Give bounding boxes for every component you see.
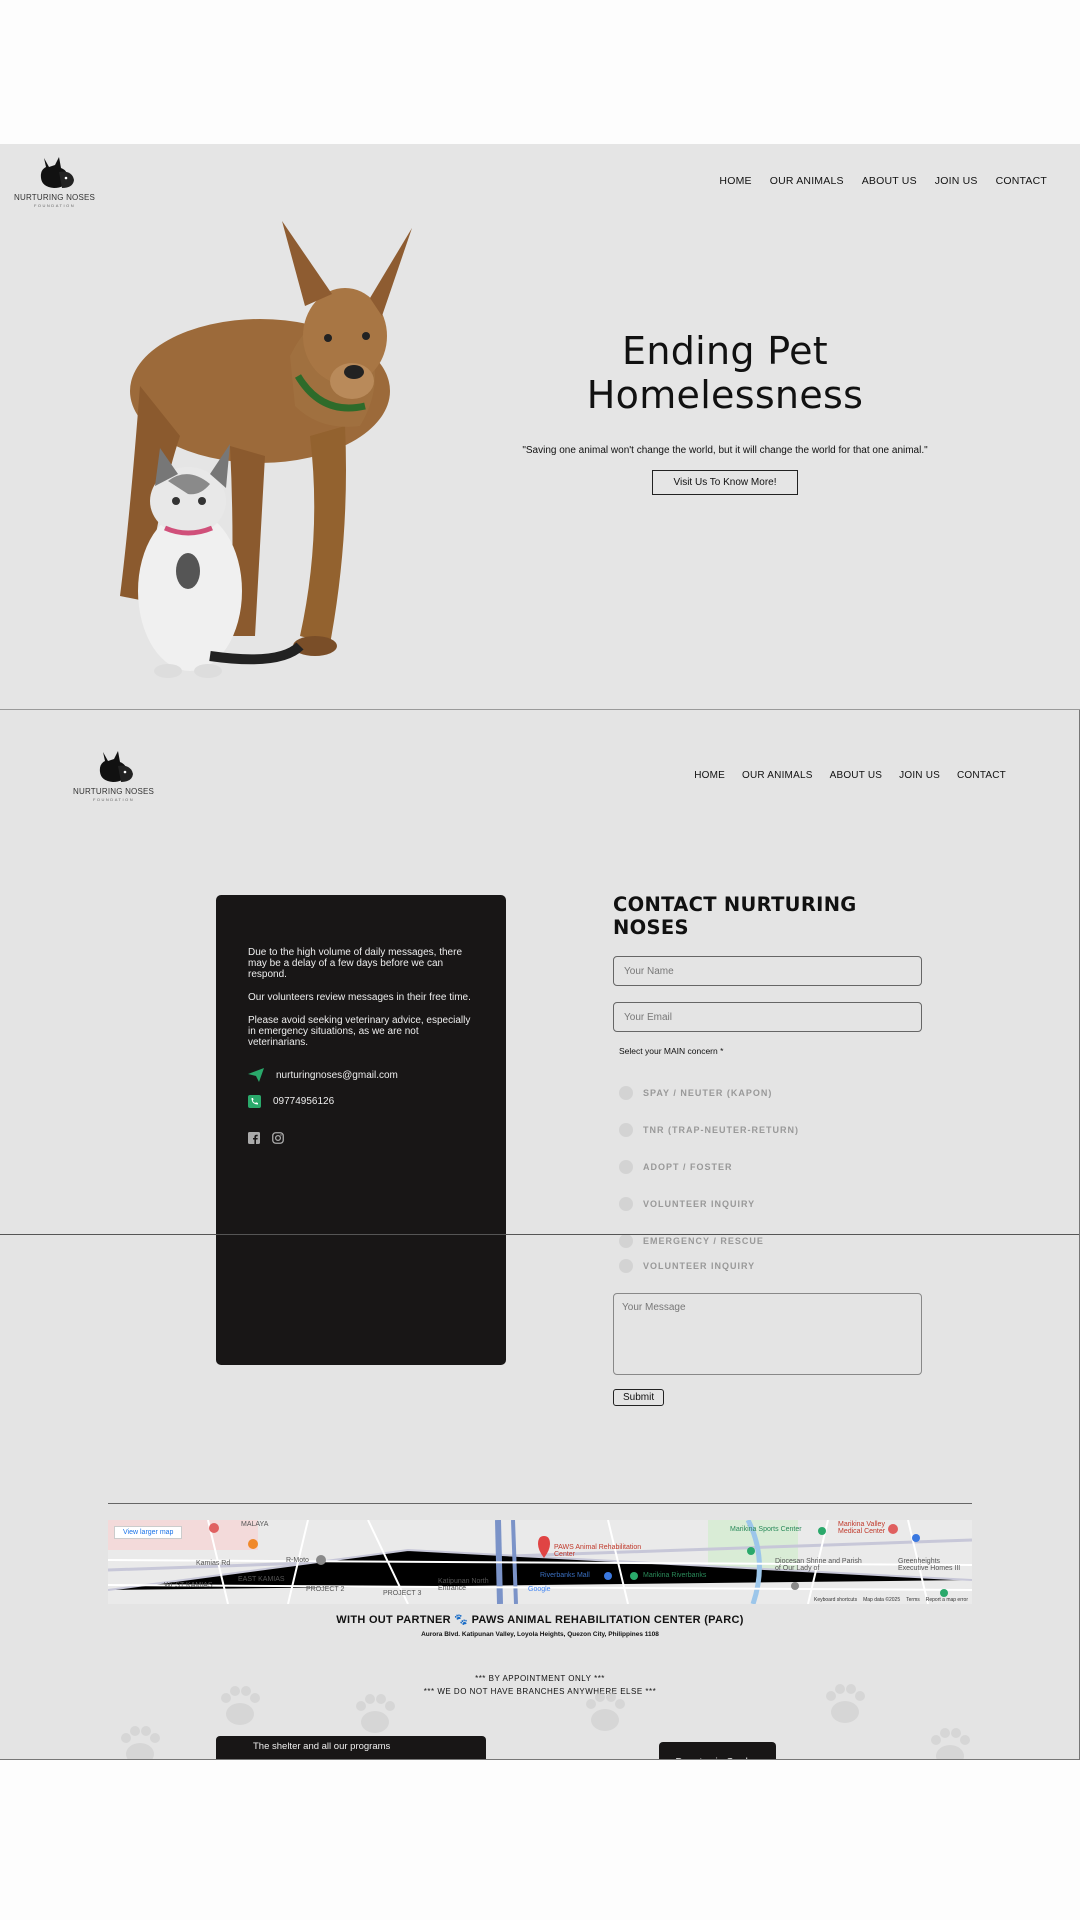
facebook-icon[interactable] (248, 1132, 260, 1144)
google-logo: Google (528, 1586, 551, 1593)
map-label: MALAYA (241, 1521, 269, 1528)
radio-tnr[interactable]: TNR (TRAP-NEUTER-RETURN) (619, 1123, 923, 1137)
brand-logo[interactable]: NURTURING NOSES FOUNDATION (73, 748, 154, 802)
map-footer: Keyboard shortcuts Map data ©2025 Terms … (814, 1597, 968, 1603)
email-row[interactable]: nurturingnoses@gmail.com (248, 1068, 474, 1082)
map-label: Marikina Valley Medical Center (838, 1521, 886, 1535)
form-title: CONTACT NURTURING NOSES (613, 893, 857, 939)
radio-volunteer-inquiry[interactable]: VOLUNTEER INQUIRY (619, 1197, 923, 1211)
radio-label: VOLUNTEER INQUIRY (643, 1199, 756, 1209)
map-label: PROJECT 2 (306, 1586, 345, 1593)
radio-label: TNR (TRAP-NEUTER-RETURN) (643, 1125, 799, 1135)
location-map[interactable]: MALAYA Kamias Rd R-Moto WEST KAMIAS EAST… (108, 1520, 972, 1604)
nav-our-animals[interactable]: OUR ANIMALS (742, 770, 813, 781)
nav-our-animals[interactable]: OUR ANIMALS (770, 175, 844, 187)
nav-contact[interactable]: CONTACT (996, 175, 1047, 187)
partner-title: WITH OUT PARTNER 🐾 PAWS ANIMAL REHABILIT… (336, 1614, 744, 1626)
programs-card: The shelter and all our programs (216, 1736, 486, 1759)
radio-spay-neuter[interactable]: SPAY / NEUTER (KAPON) (619, 1086, 923, 1100)
radio-dot[interactable] (619, 1123, 633, 1137)
nav-home[interactable]: HOME (694, 770, 725, 781)
social-links (248, 1132, 474, 1144)
nav-about-us[interactable]: ABOUT US (830, 770, 883, 781)
paw-print-pattern (121, 1684, 970, 1759)
map-label: Riverbanks Mall (540, 1572, 590, 1579)
radio-label: SPAY / NEUTER (KAPON) (643, 1088, 773, 1098)
nav-contact[interactable]: CONTACT (957, 770, 1006, 781)
radio-dot[interactable] (619, 1259, 633, 1273)
dog-cat-logo-icon (99, 751, 133, 782)
brand-name: NURTURING NOSES (14, 193, 96, 202)
instagram-icon[interactable] (272, 1132, 284, 1144)
map-label-paws: PAWS Animal Rehabilitation Center (554, 1544, 642, 1558)
radio-volunteer-inquiry-2[interactable]: VOLUNTEER INQUIRY (619, 1259, 923, 1273)
send-icon (248, 1068, 264, 1082)
nav-home[interactable]: HOME (719, 175, 751, 187)
map-label: Greenheights Executive Homes III (898, 1558, 961, 1572)
phone-row[interactable]: 09774956126 (248, 1095, 474, 1108)
hero-text: Ending Pet Homelessness "Saving one anim… (500, 329, 950, 495)
map-data-credit: Map data ©2025 (863, 1597, 901, 1603)
map-label: Diocesan Shrine and Parish of Our Lady o… (775, 1558, 862, 1572)
hero-title: Ending Pet Homelessness (586, 329, 864, 417)
hero-quote: "Saving one animal won't change the worl… (522, 445, 928, 456)
phone-icon (248, 1095, 261, 1108)
radio-emergency-rescue[interactable]: EMERGENCY / RESCUE (619, 1234, 923, 1248)
partner-address: Aurora Blvd. Katipunan Valley, Loyola He… (421, 1631, 659, 1638)
message-field[interactable] (613, 1293, 922, 1375)
terms-link[interactable]: Terms (906, 1597, 920, 1603)
map-label: PROJECT 3 (383, 1590, 422, 1597)
contact-phone[interactable]: 09774956126 (273, 1096, 334, 1107)
submit-button[interactable]: Submit (613, 1389, 665, 1406)
info-notice-volunteers: Our volunteers review messages in their … (248, 992, 471, 1003)
nav-about-us[interactable]: ABOUT US (862, 175, 917, 187)
map-label: WEST KAMIAS (164, 1582, 213, 1589)
map-label: Marikina Sports Center (730, 1526, 802, 1533)
name-field[interactable] (613, 956, 922, 986)
radio-label: EMERGENCY / RESCUE (643, 1236, 764, 1246)
dog-cat-logo-icon (40, 157, 74, 188)
hero-section: NURTURING NOSES FOUNDATION HOME OUR ANIM… (0, 144, 1080, 710)
view-larger-map-button[interactable]: View larger map (114, 1526, 183, 1539)
radio-dot[interactable] (619, 1086, 633, 1100)
keyboard-shortcuts-link[interactable]: Keyboard shortcuts (814, 1597, 857, 1603)
map-label: Kamias Rd (196, 1560, 231, 1567)
map-label: EAST KAMIAS (238, 1576, 285, 1583)
contact-form: CONTACT NURTURING NOSES Select your MAIN… (613, 893, 923, 1406)
radio-label: ADOPT / FOSTER (643, 1162, 733, 1172)
brand-logo[interactable]: NURTURING NOSES FOUNDATION (14, 154, 95, 208)
nav-join-us[interactable]: JOIN US (935, 175, 978, 187)
info-notice-delay: Due to the high volume of daily messages… (248, 947, 463, 980)
donate-button[interactable]: Donate via Card or (659, 1742, 776, 1759)
main-nav: HOME OUR ANIMALS ABOUT US JOIN US CONTAC… (719, 175, 1047, 187)
radio-dot[interactable] (619, 1160, 633, 1174)
info-notice-vet: Please avoid seeking veterinary advice, … (248, 1015, 471, 1048)
main-nav: HOME OUR ANIMALS ABOUT US JOIN US CONTAC… (694, 770, 1006, 781)
screenshot-seam (0, 1234, 1079, 1235)
brand-tagline: FOUNDATION (92, 797, 135, 802)
map-label: Katipunan North Entrance (438, 1578, 489, 1592)
radio-dot[interactable] (619, 1197, 633, 1211)
map-label: R-Moto (286, 1557, 309, 1564)
brand-tagline: FOUNDATION (33, 203, 76, 208)
programs-text: The shelter and all our programs (253, 1741, 391, 1752)
info-card: Due to the high volume of daily messages… (216, 895, 506, 1365)
radio-adopt-foster[interactable]: ADOPT / FOSTER (619, 1160, 923, 1174)
radio-dot[interactable] (619, 1234, 633, 1248)
visit-us-button[interactable]: Visit Us To Know More! (652, 470, 798, 495)
contact-section: NURTURING NOSES FOUNDATION HOME OUR ANIM… (0, 710, 1080, 1760)
email-field[interactable] (613, 1002, 922, 1032)
contact-email[interactable]: nurturingnoses@gmail.com (276, 1070, 398, 1081)
map-label: Marikina Riverbanks (643, 1572, 707, 1579)
section-divider (108, 1503, 972, 1504)
brand-name: NURTURING NOSES (73, 787, 155, 796)
radio-label: VOLUNTEER INQUIRY (643, 1261, 756, 1271)
dog-and-cat-photo (120, 221, 412, 678)
concern-label: Select your MAIN concern * (619, 1046, 724, 1056)
report-error-link[interactable]: Report a map error (926, 1597, 968, 1603)
nav-join-us[interactable]: JOIN US (899, 770, 940, 781)
